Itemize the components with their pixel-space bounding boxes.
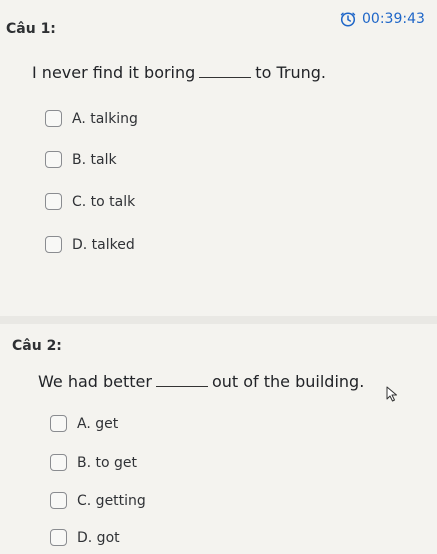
option-checkbox[interactable] — [50, 415, 67, 432]
clock-icon — [340, 11, 356, 27]
option-c[interactable]: C. getting — [50, 492, 146, 509]
option-b[interactable]: B. to get — [50, 454, 137, 471]
option-label: B. to get — [77, 454, 137, 471]
answer-blank — [199, 77, 252, 78]
question-text: I never find it boring to Trung. — [32, 63, 326, 82]
mouse-cursor-icon — [386, 386, 398, 406]
option-a[interactable]: A. get — [50, 415, 118, 432]
option-d[interactable]: D. got — [50, 529, 120, 546]
question-card-2: Câu 2: We had better out of the building.… — [0, 324, 437, 554]
question-text-before: I never find it boring — [32, 63, 196, 82]
option-a[interactable]: A. talking — [45, 110, 138, 127]
option-label: A. talking — [72, 110, 138, 127]
question-number: Câu 2: — [12, 338, 62, 354]
option-label: A. get — [77, 415, 119, 432]
option-checkbox[interactable] — [45, 193, 62, 210]
question-text: We had better out of the building. — [38, 372, 364, 391]
option-label: B. talk — [72, 151, 117, 168]
timer: 00:39:43 — [340, 11, 425, 27]
option-checkbox[interactable] — [50, 454, 67, 471]
option-checkbox[interactable] — [45, 151, 62, 168]
question-card-1: Câu 1: 00:39:43 I never find it boring to… — [0, 0, 437, 316]
option-checkbox[interactable] — [45, 110, 62, 127]
option-label: D. talked — [72, 236, 135, 253]
option-label: C. getting — [77, 492, 146, 509]
option-b[interactable]: B. talk — [45, 151, 117, 168]
question-text-before: We had better — [38, 372, 152, 391]
option-d[interactable]: D. talked — [45, 236, 135, 253]
question-text-after: to Trung. — [255, 63, 326, 82]
option-c[interactable]: C. to talk — [45, 193, 135, 210]
option-checkbox[interactable] — [45, 236, 62, 253]
option-label: C. to talk — [72, 193, 136, 210]
question-number: Câu 1: — [6, 21, 56, 37]
option-label: D. got — [77, 529, 120, 546]
option-checkbox[interactable] — [50, 492, 67, 509]
answer-blank — [155, 386, 208, 387]
timer-value: 00:39:43 — [362, 11, 425, 27]
question-text-after: out of the building. — [211, 372, 365, 391]
option-checkbox[interactable] — [50, 529, 67, 546]
